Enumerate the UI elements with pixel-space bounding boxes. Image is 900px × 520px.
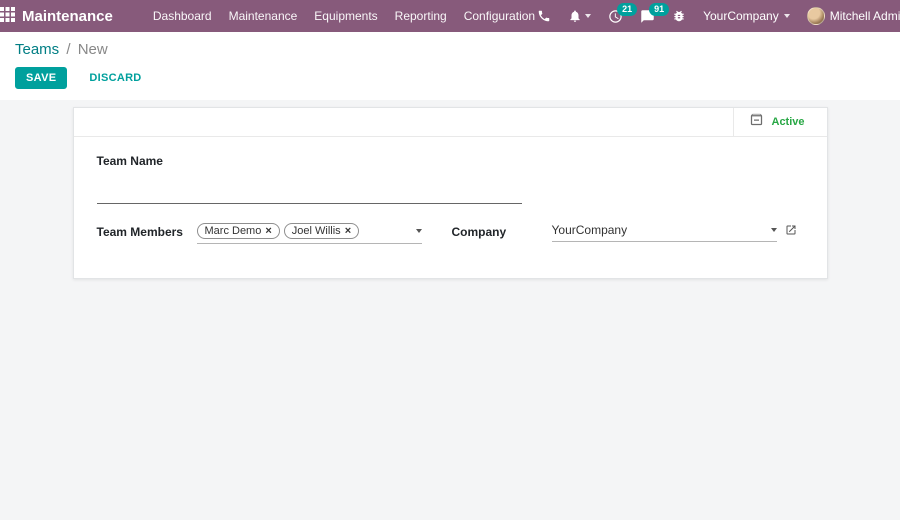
remove-tag-icon[interactable]: × [265, 225, 271, 237]
app-title[interactable]: Maintenance [22, 8, 113, 25]
team-form-card: Active Team Name Team Members Marc Demo … [72, 107, 828, 279]
top-navbar: Maintenance Dashboard Maintenance Equipm… [0, 0, 900, 32]
breadcrumb-teams-link[interactable]: Teams [15, 41, 59, 58]
control-panel-buttons: SAVE DISCARD [15, 67, 885, 89]
user-menu[interactable]: Mitchell Admin (ep-odoo) [806, 7, 900, 25]
user-name: Mitchell Admin (ep-odoo) [829, 9, 900, 23]
apps-grid-icon [0, 7, 15, 25]
activities-button[interactable]: 21 [608, 2, 638, 24]
company-label: Company [451, 225, 507, 239]
phone-button[interactable] [537, 9, 551, 23]
member-tag: Joel Willis × [283, 223, 360, 239]
team-members-label: Team Members [96, 225, 183, 239]
chevron-down-icon [783, 14, 790, 18]
dropdown-caret-icon[interactable] [770, 228, 777, 232]
team-members-tags: Marc Demo × Joel Willis × [196, 223, 416, 239]
open-record-button[interactable] [785, 223, 797, 236]
discard-button[interactable]: DISCARD [81, 68, 149, 88]
member-tag: Marc Demo × [196, 223, 280, 239]
debug-button[interactable] [672, 9, 686, 23]
dropdown-caret-icon[interactable] [415, 229, 422, 233]
team-members-input[interactable]: Marc Demo × Joel Willis × [196, 223, 422, 244]
breadcrumb-separator: / [66, 41, 71, 58]
menu-item-dashboard[interactable]: Dashboard [151, 7, 214, 25]
member-tag-label: Marc Demo [204, 225, 262, 237]
company-name: YourCompany [703, 9, 779, 23]
form-sheet: Team Name Team Members Marc Demo × Joel … [74, 137, 827, 278]
team-name-label: Team Name [96, 154, 163, 168]
company-field-group: Company YourCompany [452, 223, 797, 242]
company-input[interactable]: YourCompany [551, 223, 777, 242]
breadcrumb: Teams / New [15, 41, 885, 58]
control-panel: Teams / New SAVE DISCARD [0, 32, 900, 100]
notifications-button[interactable] [568, 9, 592, 23]
form-button-box: Active [73, 108, 827, 137]
member-tag-label: Joel Willis [291, 225, 341, 237]
bell-icon [568, 9, 582, 23]
bug-icon [672, 9, 686, 23]
breadcrumb-current: New [77, 41, 108, 58]
archive-box-icon [749, 112, 764, 132]
active-stat-label: Active [771, 116, 805, 128]
chevron-down-icon [585, 14, 592, 18]
menu-item-maintenance[interactable]: Maintenance [227, 7, 300, 25]
active-archive-button[interactable]: Active [732, 108, 827, 136]
menu-item-reporting[interactable]: Reporting [393, 7, 449, 25]
save-button[interactable]: SAVE [15, 67, 68, 89]
content-area: Active Team Name Team Members Marc Demo … [0, 100, 900, 520]
team-name-input[interactable] [96, 174, 522, 204]
phone-icon [537, 9, 551, 23]
activities-count-badge: 21 [617, 2, 638, 16]
team-members-field-group: Team Members Marc Demo × Joel Willis × [97, 223, 422, 244]
menu-item-equipments[interactable]: Equipments [312, 7, 379, 25]
messages-count-badge: 91 [649, 2, 670, 16]
menu-item-configuration[interactable]: Configuration [462, 7, 537, 25]
external-link-icon [786, 225, 795, 235]
apps-menu-button[interactable] [0, 0, 15, 32]
form-fields-row: Team Members Marc Demo × Joel Willis × C… [97, 223, 804, 244]
main-menu: Dashboard Maintenance Equipments Reporti… [151, 7, 537, 25]
messages-button[interactable]: 91 [640, 2, 670, 24]
company-switcher[interactable]: YourCompany [703, 9, 790, 23]
avatar [806, 7, 825, 25]
company-value[interactable]: YourCompany [552, 223, 771, 237]
remove-tag-icon[interactable]: × [345, 225, 351, 237]
systray: 21 91 YourCompany Mitchell Admin (ep-odo… [537, 2, 900, 25]
